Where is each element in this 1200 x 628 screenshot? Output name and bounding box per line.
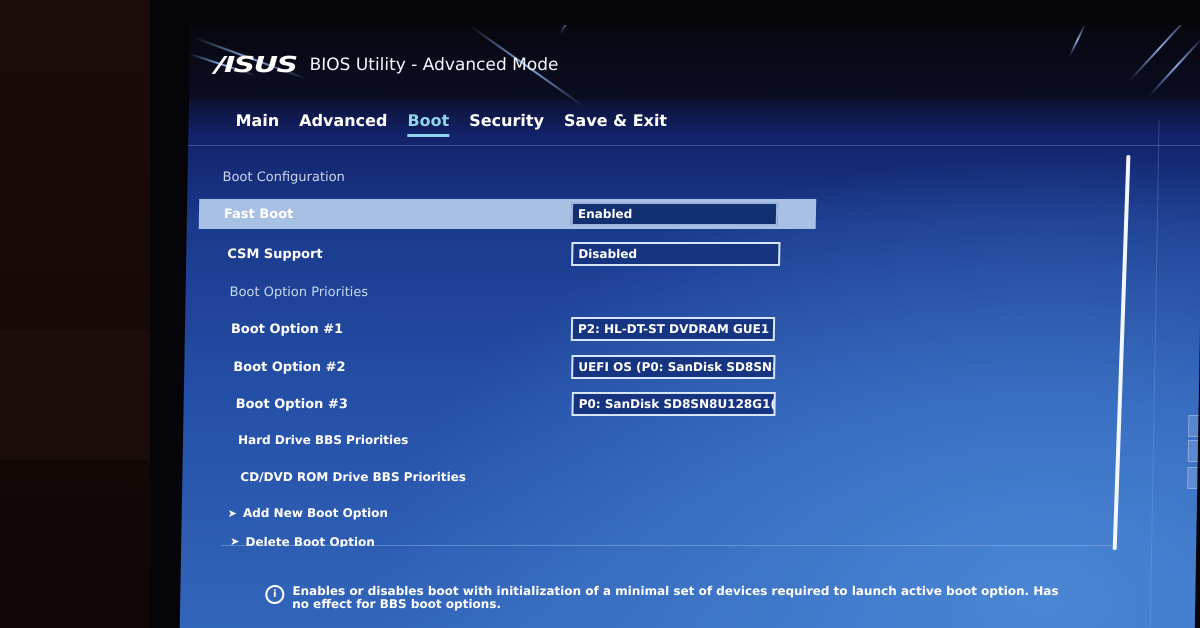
tab-bar: Main Advanced Boot Security Save & Exit: [235, 111, 687, 137]
help-divider: [221, 545, 1112, 546]
boot-option-3-row[interactable]: Boot Option #3 P0: SanDisk SD8SN8U128G1(: [235, 389, 836, 419]
scrollbar[interactable]: [1112, 154, 1131, 551]
cd-dvd-bbs-priorities[interactable]: CD/DVD ROM Drive BBS Priorities: [240, 462, 466, 492]
boot-option-1-row[interactable]: Boot Option #1 P2: HL-DT-ST DVDRAM GUE1: [231, 314, 832, 344]
csm-support-label: CSM Support: [227, 246, 323, 262]
tab-main[interactable]: Main: [235, 111, 279, 137]
cd-dvd-bbs-label: CD/DVD ROM Drive BBS Priorities: [240, 470, 467, 484]
boot-option-2-row[interactable]: Boot Option #2 UEFI OS (P0: SanDisk SD8S…: [233, 352, 834, 382]
boot-option-3-value[interactable]: P0: SanDisk SD8SN8U128G1(: [571, 392, 776, 416]
section-boot-option-priorities: Boot Option Priorities: [229, 277, 368, 307]
section-label: Boot Option Priorities: [229, 284, 369, 300]
asus-logo: /ISUS: [214, 53, 297, 78]
room-shadow: [0, 330, 150, 460]
fast-boot-row[interactable]: Fast Boot Enabled: [198, 199, 817, 229]
section-label: Boot Configuration: [222, 169, 345, 185]
fast-boot-label: Fast Boot: [223, 206, 294, 222]
tab-boot[interactable]: Boot: [407, 111, 450, 137]
hard-drive-bbs-label: Hard Drive BBS Priorities: [237, 433, 409, 447]
fast-boot-value[interactable]: Enabled: [570, 202, 779, 226]
tab-advanced[interactable]: Advanced: [299, 111, 388, 137]
boot-option-2-value[interactable]: UEFI OS (P0: SanDisk SD8SN8: [571, 355, 776, 379]
tab-security[interactable]: Security: [469, 111, 544, 137]
tab-save-exit[interactable]: Save & Exit: [564, 111, 667, 137]
help-text: Enables or disables boot with initializa…: [292, 584, 1059, 611]
bios-screen: /ISUS BIOS Utility - Advanced Mode Main …: [179, 25, 1200, 628]
csm-support-row[interactable]: CSM Support Disabled: [227, 239, 828, 269]
chevron-right-icon: ➤: [227, 506, 238, 520]
boot-option-1-label: Boot Option #1: [230, 321, 344, 337]
csm-support-value[interactable]: Disabled: [571, 242, 781, 266]
section-boot-configuration: Boot Configuration: [222, 162, 345, 192]
help-text-panel: i Enables or disables boot with initiali…: [265, 584, 1065, 611]
app-title: BIOS Utility - Advanced Mode: [309, 55, 559, 75]
add-new-boot-option-label: Add New Boot Option: [242, 506, 389, 520]
add-new-boot-option[interactable]: ➤ Add New Boot Option: [227, 498, 389, 528]
panel-divider: [1149, 120, 1160, 628]
boot-option-1-value[interactable]: P2: HL-DT-ST DVDRAM GUE1: [570, 317, 776, 341]
boot-option-3-label: Boot Option #3: [235, 396, 348, 412]
boot-option-2-label: Boot Option #2: [233, 359, 346, 375]
tab-divider: [188, 145, 1200, 146]
hard-drive-bbs-priorities[interactable]: Hard Drive BBS Priorities: [238, 425, 409, 455]
info-icon: i: [265, 585, 285, 604]
